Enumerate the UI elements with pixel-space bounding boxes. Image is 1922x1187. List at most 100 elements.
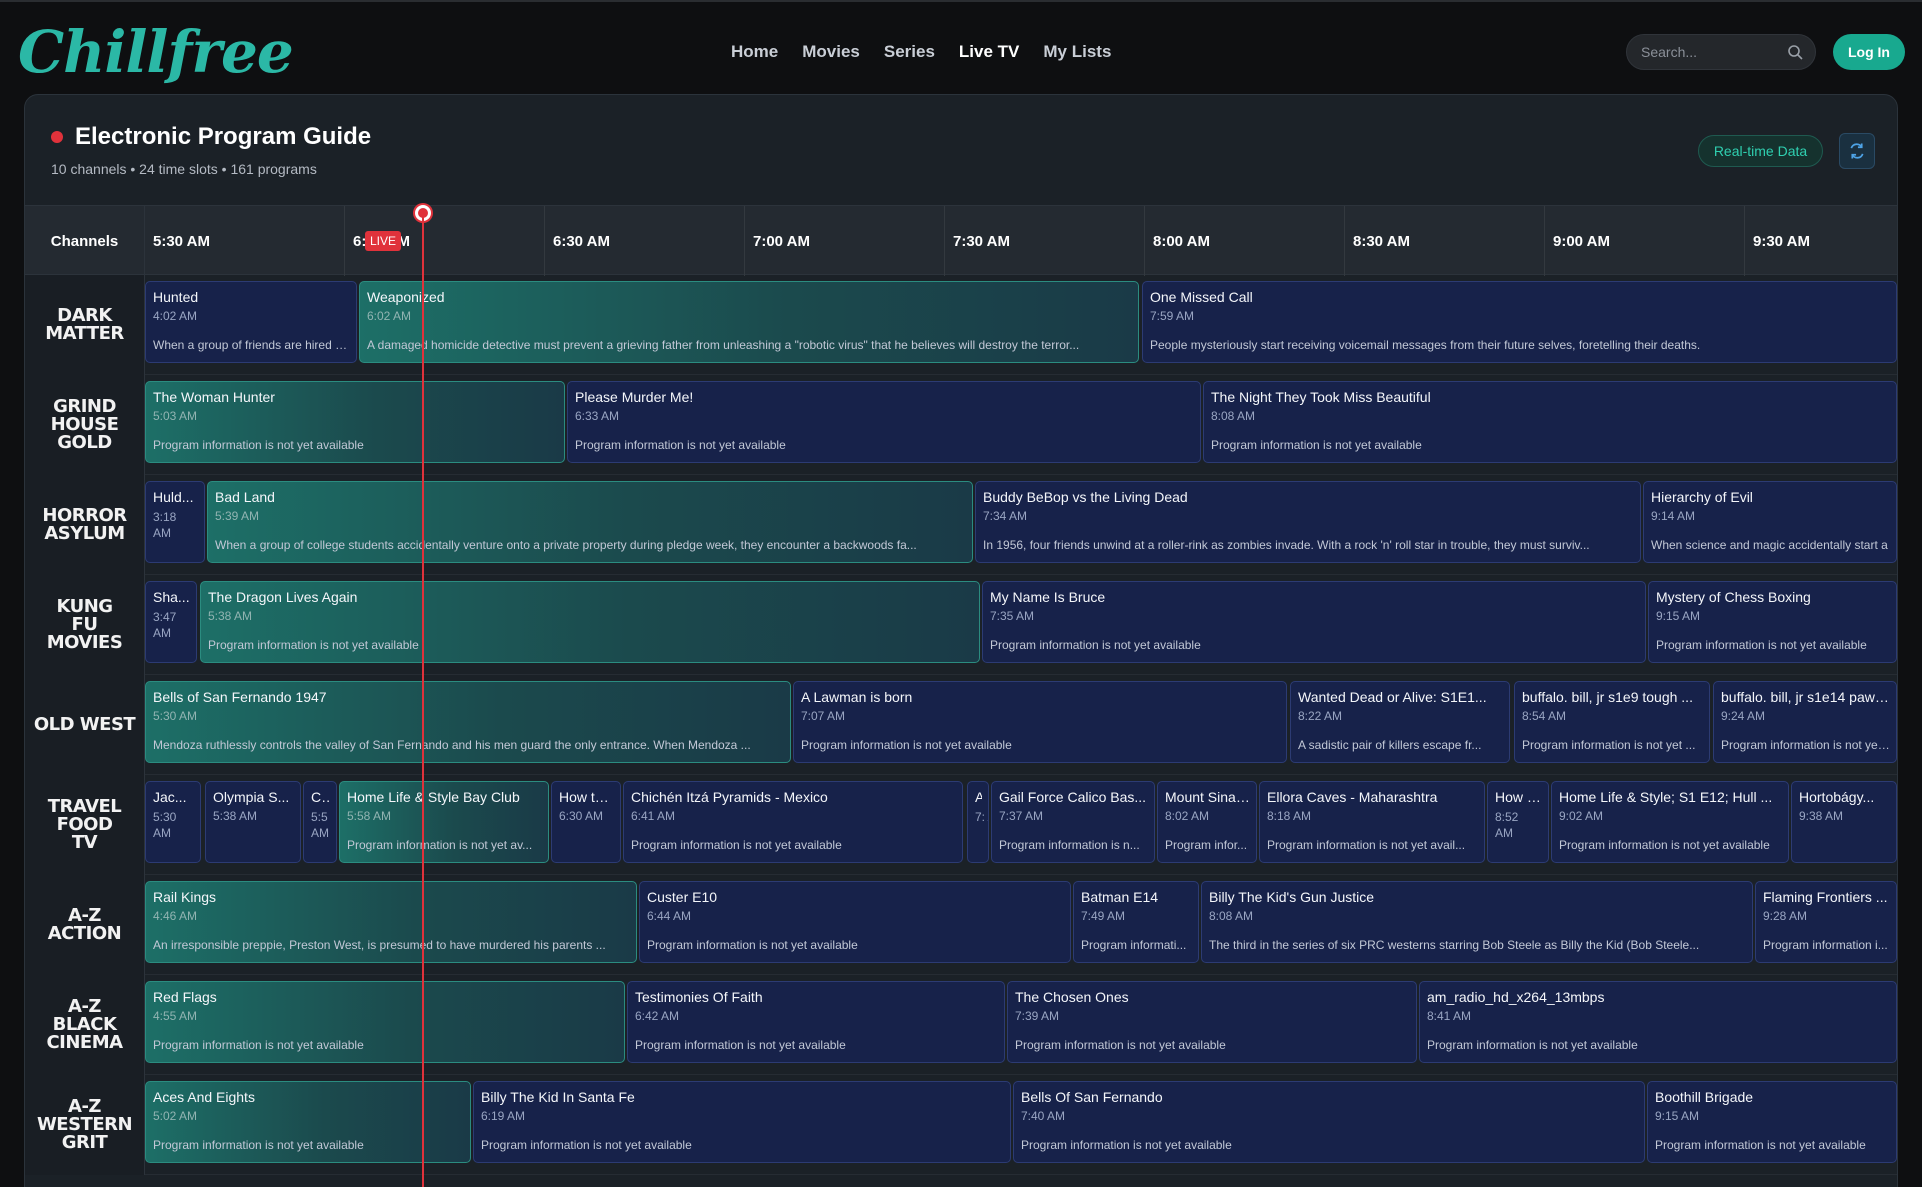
program-time: 7: AI bbox=[975, 810, 988, 824]
program-title: The Night They Took Miss Beautiful bbox=[1211, 389, 1431, 405]
program-block[interactable]: The Dragon Lives Again 5:38 AM Program inf… bbox=[200, 581, 980, 663]
search-input[interactable] bbox=[1641, 35, 1781, 69]
search-box[interactable] bbox=[1626, 34, 1816, 70]
program-block[interactable]: The Night They Took Miss Beautiful 8:08 A… bbox=[1203, 381, 1897, 463]
program-block[interactable]: Buddy BeBop vs the Living Dead 7:34 AM In … bbox=[975, 481, 1641, 563]
program-block[interactable]: Bells Of San Fernando 7:40 AM Program info… bbox=[1013, 1081, 1645, 1163]
program-block[interactable]: Weaponized 6:02 AM A damaged homicide dete… bbox=[359, 281, 1139, 363]
time-slot: 9:30 AM bbox=[1745, 206, 1897, 276]
program-time: 6:19 AM bbox=[481, 1109, 526, 1123]
channel-logo[interactable]: HORROR ASYLUM bbox=[25, 475, 145, 575]
channel-logo[interactable]: DARK MATTER bbox=[25, 275, 145, 375]
channel-logo-text: A-Z WESTERN GRIT bbox=[36, 1096, 133, 1153]
channels-column-header: Channels bbox=[25, 206, 145, 276]
program-block[interactable]: Testimonies Of Faith 6:42 AM Program infor… bbox=[627, 981, 1005, 1063]
program-block[interactable]: Ellora Caves - Maharashtra 8:18 AM Program… bbox=[1259, 781, 1485, 863]
program-block[interactable]: Olympia S... 5:38 AM bbox=[205, 781, 301, 863]
channel-logo[interactable]: OLD WEST bbox=[25, 675, 145, 775]
program-block[interactable]: A Lawman is born 7:07 AM Program informati… bbox=[793, 681, 1287, 763]
program-block[interactable]: Hierarchy of Evil 9:14 AM When science and… bbox=[1643, 481, 1897, 563]
program-title: Olympia S... bbox=[213, 789, 290, 805]
channel-logo[interactable]: KUNG FU MOVIES bbox=[25, 575, 145, 675]
program-description: Program information is not yet available bbox=[481, 1138, 692, 1152]
program-block[interactable]: A... 7: AI bbox=[967, 781, 989, 863]
program-block[interactable]: Gail Force Calico Bas... 7:37 AM Program i… bbox=[991, 781, 1155, 863]
program-block[interactable]: Home Life & Style; S1 E12; Hull ... 9:02 … bbox=[1551, 781, 1789, 863]
program-time: 5:03 AM bbox=[153, 409, 198, 423]
program-block[interactable]: buffalo. bill, jr s1e14 pawnee 9:24 AM Pro… bbox=[1713, 681, 1897, 763]
program-block[interactable]: Wanted Dead or Alive: S1E1... 8:22 AM A sa… bbox=[1290, 681, 1510, 763]
program-block[interactable]: Please Murder Me! 6:33 AM Program informat… bbox=[567, 381, 1201, 463]
program-title: How to... bbox=[559, 789, 614, 805]
login-button[interactable]: Log In bbox=[1833, 34, 1905, 70]
program-block[interactable]: My Name Is Bruce 7:35 AM Program informati… bbox=[982, 581, 1646, 663]
program-block[interactable]: The Woman Hunter 5:03 AM Program informati… bbox=[145, 381, 565, 463]
channel-row: A-Z BLACK CINEMA Red Flags 4:55 AM Program … bbox=[25, 975, 1897, 1075]
program-title: buffalo. bill, jr s1e9 tough ... bbox=[1522, 689, 1693, 705]
program-time: 9:15 AM bbox=[1655, 1109, 1700, 1123]
program-block[interactable]: Boothill Brigade 9:15 AM Program informati… bbox=[1647, 1081, 1897, 1163]
refresh-icon bbox=[1850, 143, 1864, 159]
program-title: My Name Is Bruce bbox=[990, 589, 1106, 605]
channel-logo[interactable]: A-Z WESTERN GRIT bbox=[25, 1075, 145, 1175]
program-block[interactable]: Batman E14 7:49 AM Program informati... bbox=[1073, 881, 1199, 963]
program-time: 8:18 AM bbox=[1267, 809, 1312, 823]
brand-logo[interactable]: Chillfree bbox=[18, 14, 294, 90]
program-block[interactable]: Chichén Itzá Pyramids - Mexico 6:41 AM Pro… bbox=[623, 781, 963, 863]
time-slot-label: 9:00 AM bbox=[1553, 233, 1610, 250]
program-block[interactable]: Huld... 3:18 AM bbox=[145, 481, 205, 563]
program-description: Program information is not yet available bbox=[647, 938, 858, 952]
program-time: 8:02 AM bbox=[1165, 809, 1210, 823]
nav-link-my-lists[interactable]: My Lists bbox=[1043, 39, 1111, 65]
program-block[interactable]: Sha... 3:47 AM bbox=[145, 581, 197, 663]
time-slot: 5:30 AM bbox=[145, 206, 345, 276]
nav-link-series[interactable]: Series bbox=[884, 39, 935, 65]
channel-row: OLD WEST Bells of San Fernando 1947 5:30 A… bbox=[25, 675, 1897, 775]
channel-logo[interactable]: A-Z ACTION bbox=[25, 875, 145, 975]
channel-logo[interactable]: A-Z BLACK CINEMA bbox=[25, 975, 145, 1075]
program-block[interactable]: Custer E10 6:44 AM Program information is … bbox=[639, 881, 1071, 963]
program-block[interactable]: How to... 6:30 AM bbox=[551, 781, 621, 863]
program-block[interactable]: One Missed Call 7:59 AM People mysteriousl… bbox=[1142, 281, 1897, 363]
program-description: When a group of friends are hired to... bbox=[153, 338, 350, 352]
program-block[interactable]: buffalo. bill, jr s1e9 tough ... 8:54 AM P… bbox=[1514, 681, 1710, 763]
nav-link-live-tv[interactable]: Live TV bbox=[959, 39, 1019, 65]
program-time: 9:28 AM bbox=[1763, 909, 1808, 923]
program-description: Program information is not yet avail... bbox=[1267, 838, 1466, 852]
program-time: 5:30 AM bbox=[153, 709, 198, 723]
program-description: Program information is not yet available bbox=[631, 838, 842, 852]
channel-logo[interactable]: GRIND HOUSE GOLD bbox=[25, 375, 145, 475]
program-block[interactable]: C... 5:5 AM bbox=[303, 781, 337, 863]
search-icon[interactable] bbox=[1787, 44, 1803, 60]
program-block[interactable]: Bad Land 5:39 AM When a group of college s… bbox=[207, 481, 973, 563]
program-block[interactable]: Jac... 5:30 AM bbox=[145, 781, 201, 863]
program-block[interactable]: am_radio_hd_x264_13mbps 8:41 AM Program in… bbox=[1419, 981, 1897, 1063]
program-block[interactable]: Billy The Kid's Gun Justice 8:08 AM The th… bbox=[1201, 881, 1753, 963]
program-block[interactable]: Billy The Kid In Santa Fe 6:19 AM Program … bbox=[473, 1081, 1011, 1163]
time-slot-label: 9:30 AM bbox=[1753, 233, 1810, 250]
program-block[interactable]: Mystery of Chess Boxing 9:15 AM Program in… bbox=[1648, 581, 1897, 663]
channel-logo[interactable]: TRAVEL FOOD TV bbox=[25, 775, 145, 875]
time-slot-label: 8:30 AM bbox=[1353, 233, 1410, 250]
program-time: 4:46 AM bbox=[153, 909, 198, 923]
channel-logo-text: A-Z BLACK CINEMA bbox=[46, 996, 123, 1053]
program-description: Program information is not yet available bbox=[1656, 638, 1867, 652]
program-block[interactable]: Mount Sinai... 8:02 AM Program infor... bbox=[1157, 781, 1257, 863]
program-block[interactable]: Bells of San Fernando 1947 5:30 AM Mendoza… bbox=[145, 681, 791, 763]
program-time: 9:38 AM bbox=[1799, 809, 1844, 823]
program-block[interactable]: Hunted 4:02 AM When a group of friends are… bbox=[145, 281, 357, 363]
program-time: 6:30 AM bbox=[559, 809, 604, 823]
nav-link-home[interactable]: Home bbox=[731, 39, 778, 65]
nav-link-movies[interactable]: Movies bbox=[802, 39, 860, 65]
program-block[interactable]: Red Flags 4:55 AM Program information is n… bbox=[145, 981, 625, 1063]
program-block[interactable]: Hortobágy... 9:38 AM bbox=[1791, 781, 1897, 863]
program-title: Mystery of Chess Boxing bbox=[1656, 589, 1811, 605]
program-block[interactable]: Rail Kings 4:46 AM An irresponsible preppi… bbox=[145, 881, 637, 963]
program-block[interactable]: Home Life & Style Bay Club 5:58 AM Program… bbox=[339, 781, 549, 863]
program-block[interactable]: The Chosen Ones 7:39 AM Program informatio… bbox=[1007, 981, 1417, 1063]
program-block[interactable]: Flaming Frontiers ... 9:28 AM Program info… bbox=[1755, 881, 1897, 963]
program-title: Flaming Frontiers ... bbox=[1763, 889, 1888, 905]
program-block[interactable]: How t... 8:52 AM bbox=[1487, 781, 1549, 863]
program-time: 7:34 AM bbox=[983, 509, 1028, 523]
refresh-button[interactable] bbox=[1839, 133, 1875, 169]
